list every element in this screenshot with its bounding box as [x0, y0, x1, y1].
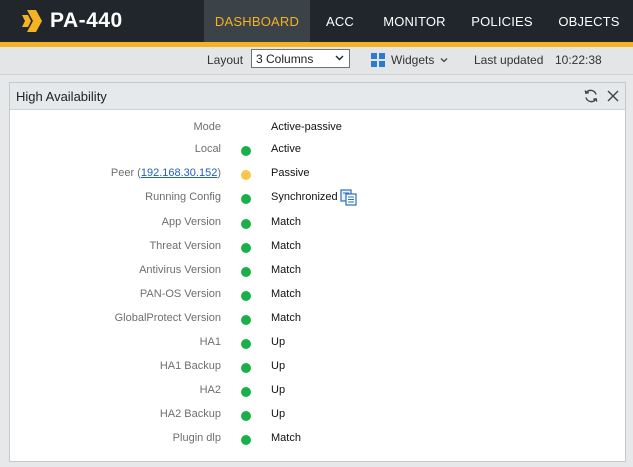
ha-row-ha1-backup: HA1 Backup Up: [10, 357, 625, 377]
row-value: Up: [271, 336, 286, 348]
row-value: Up: [271, 384, 286, 396]
row-label: HA1: [199, 336, 221, 348]
ha-row-ha2-backup: HA2 Backup Up: [10, 405, 625, 425]
peer-prefix: Peer (: [110, 167, 141, 179]
row-value: Active-passive: [271, 121, 342, 133]
row-label: Peer (192.168.30.152): [111, 167, 221, 179]
widget-title: High Availability: [16, 89, 107, 104]
peer-suffix: ): [217, 167, 221, 179]
chevron-down-icon: [440, 58, 448, 63]
tab-objects[interactable]: OBJECTS: [545, 0, 633, 42]
tab-monitor[interactable]: MONITOR: [370, 0, 459, 42]
ha-row-ha2: HA2 Up: [10, 381, 625, 401]
tab-dashboard[interactable]: DASHBOARD: [204, 0, 310, 42]
ha-row-ha1: HA1 Up: [10, 333, 625, 353]
layout-select[interactable]: 3 Columns: [251, 49, 350, 68]
ha-row-globalprotect-version: GlobalProtect Version Match: [10, 309, 625, 329]
row-label: App Version: [161, 216, 221, 228]
row-value: Match: [271, 240, 301, 252]
status-dot: [241, 243, 251, 253]
ha-row-mode: Mode Active-passive: [10, 118, 625, 138]
row-value: Synchronized: [271, 191, 338, 203]
peer-ip-link[interactable]: 192.168.30.152: [141, 167, 217, 179]
last-updated-label: Last updated: [474, 53, 544, 67]
row-value: Passive: [271, 167, 310, 179]
status-dot: [241, 435, 251, 445]
widgets-menu[interactable]: Widgets: [371, 50, 449, 70]
ha-row-panos-version: PAN-OS Version Match: [10, 285, 625, 305]
status-dot: [241, 267, 251, 277]
row-label: Antivirus Version: [139, 264, 221, 276]
tab-acc[interactable]: ACC: [310, 0, 370, 42]
ha-row-peer: Peer (192.168.30.152) Passive: [10, 164, 625, 184]
close-icon[interactable]: [605, 88, 621, 104]
sync-config-icon[interactable]: [340, 188, 358, 206]
status-dot: [241, 411, 251, 421]
status-dot: [241, 170, 251, 180]
refresh-icon[interactable]: [583, 88, 599, 104]
ha-row-local: Local Active: [10, 140, 625, 160]
top-navigation-bar: PA-440 DASHBOARD ACC MONITOR POLICIES OB…: [0, 0, 633, 42]
status-dot: [241, 291, 251, 301]
row-value: Match: [271, 312, 301, 324]
ha-row-threat-version: Threat Version Match: [10, 237, 625, 257]
row-value: Up: [271, 360, 286, 372]
ha-row-plugin-dlp: Plugin dlp Match: [10, 429, 625, 449]
row-value: Match: [271, 432, 301, 444]
row-value: Match: [271, 264, 301, 276]
layout-select-value: 3 Columns: [256, 52, 314, 66]
ha-row-running-config: Running Config Synchronized: [10, 188, 625, 208]
widget-header: High Availability: [10, 83, 625, 110]
row-label: Mode: [193, 121, 221, 133]
status-dot: [241, 146, 251, 156]
row-value: Up: [271, 408, 286, 420]
status-dot: [241, 363, 251, 373]
ha-row-app-version: App Version Match: [10, 213, 625, 233]
row-label: HA2: [199, 384, 221, 396]
tab-policies[interactable]: POLICIES: [459, 0, 545, 42]
ha-row-antivirus-version: Antivirus Version Match: [10, 261, 625, 281]
row-value: Match: [271, 288, 301, 300]
paloalto-logo-icon: [22, 10, 42, 32]
last-updated-time: 10:22:38: [555, 53, 602, 67]
status-dot: [241, 315, 251, 325]
brand: PA-440: [20, 9, 123, 33]
row-label: PAN-OS Version: [139, 288, 221, 300]
widgets-grid-icon: [371, 53, 385, 67]
status-dot: [241, 339, 251, 349]
row-label: HA2 Backup: [159, 408, 221, 420]
row-label: GlobalProtect Version: [114, 312, 221, 324]
dashboard-toolbar: Layout 3 Columns Widgets Last updated 10…: [0, 47, 633, 75]
row-label: Running Config: [145, 191, 221, 203]
status-dot: [241, 219, 251, 229]
row-value: Match: [271, 216, 301, 228]
row-label: Threat Version: [149, 240, 221, 252]
row-label: Local: [194, 143, 221, 155]
status-dot: [241, 387, 251, 397]
device-name: PA-440: [50, 9, 123, 32]
row-value: Active: [271, 143, 301, 155]
row-label: Plugin dlp: [172, 432, 221, 444]
high-availability-widget: High Availability Mode Active-passive Lo…: [9, 82, 626, 462]
chevron-down-icon: [335, 55, 344, 61]
status-dot: [241, 194, 251, 204]
row-label: HA1 Backup: [159, 360, 221, 372]
widgets-label: Widgets: [391, 53, 435, 67]
layout-label: Layout: [207, 53, 244, 67]
